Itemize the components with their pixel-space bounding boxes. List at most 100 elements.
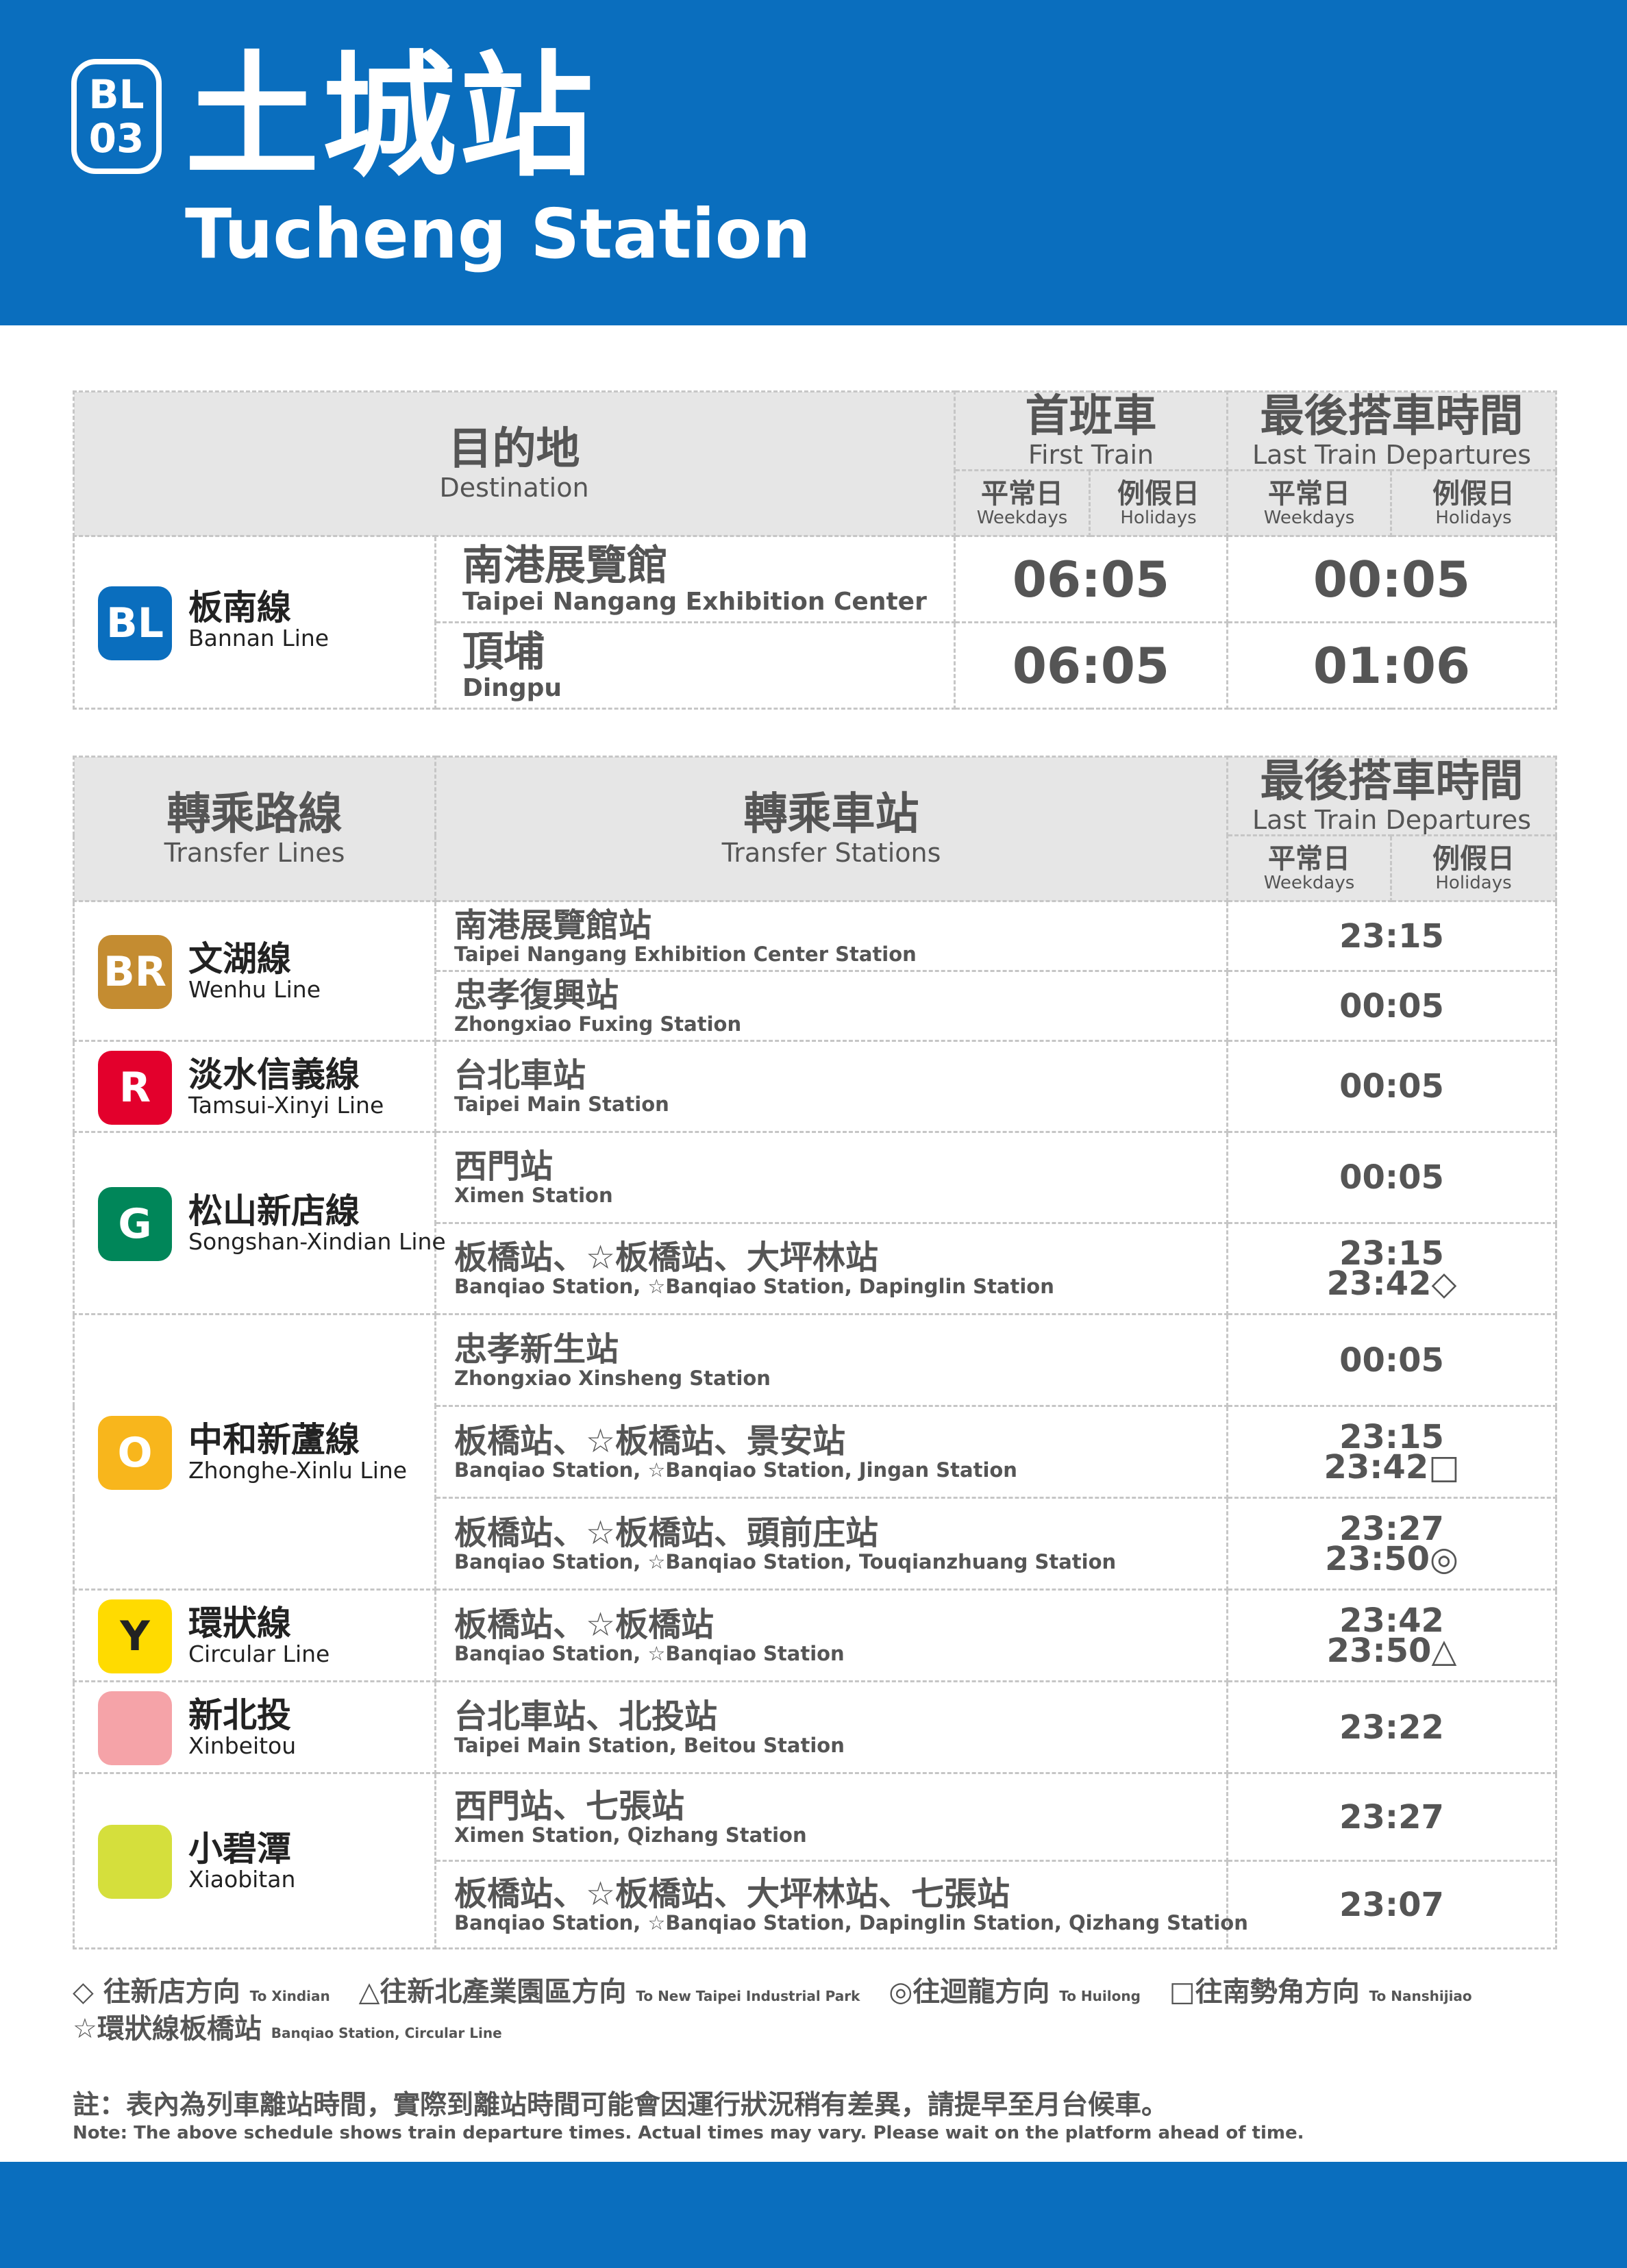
note-en: Note: The above schedule shows train dep…: [73, 2123, 1304, 2143]
transfer-line-name-zh: 新北投: [188, 1695, 291, 1735]
transfer-last-train-time: 00:05: [1226, 1040, 1558, 1133]
transfer-last-train-time: 00:05: [1226, 1313, 1558, 1407]
legend-industrial-park: △往新北產業園區方向: [358, 1976, 627, 2008]
transfer-last-train-time: 23:15 23:42□: [1226, 1405, 1558, 1499]
transfer-last-train-time: 23:27: [1226, 1772, 1558, 1862]
legend-xindian-en: To Xindian: [249, 1988, 330, 2004]
first-weekdays-en: Weekdays: [976, 507, 1068, 528]
transfer-stations-header: 轉乘車站 Transfer Stations: [434, 756, 1228, 902]
destination-header: 目的地 Destination: [73, 390, 956, 537]
transfer-station-zh: 西門站: [454, 1147, 554, 1186]
last-train-nangang: 00:05: [1226, 535, 1558, 623]
station-name-zh: 土城站: [185, 39, 597, 195]
transfer-weekdays-zh: 平常日: [1268, 843, 1350, 875]
transfer-station-en: Zhongxiao Fuxing Station: [454, 1012, 742, 1036]
first-train-header-zh: 首班車: [1025, 391, 1157, 442]
first-train-header-en: First Train: [1028, 440, 1154, 470]
transfer-station-cell: 板橋站、☆板橋站、景安站 Banqiao Station, ☆Banqiao St…: [434, 1405, 1228, 1499]
station-name-en: Tucheng Station: [185, 194, 811, 274]
last-train-time-1: 00:05: [1339, 1341, 1444, 1380]
transfer-last-train-time: 23:15 23:42◇: [1226, 1222, 1558, 1315]
transfer-line-cell: BR 文湖線 Wenhu Line: [73, 900, 436, 1042]
first-train-dingpu: 06:05: [954, 621, 1228, 710]
transfer-line-cell: G 松山新店線 Songshan-Xindian Line: [73, 1131, 446, 1315]
first-weekdays-zh: 平常日: [981, 477, 1063, 510]
transfer-line-badge: BR: [98, 935, 172, 1009]
transfer-line-badge: O: [98, 1416, 172, 1490]
legend: ◇ 往新店方向 To Xindian △往新北產業園區方向 To New Tai…: [73, 1976, 1593, 2049]
legend-star-en: Banqiao Station, Circular Line: [271, 2025, 502, 2041]
transfer-line-name-zh: 環狀線: [188, 1604, 291, 1643]
transfer-station-en: Banqiao Station, ☆Banqiao Station, Dapin…: [454, 1275, 1054, 1298]
transfer-line-name-en: Xinbeitou: [188, 1732, 297, 1759]
destination-nangang-en: Taipei Nangang Exhibition Center: [462, 587, 927, 616]
last-holidays-en: Holidays: [1435, 507, 1512, 528]
legend-xindian: ◇ 往新店方向: [73, 1976, 240, 2008]
transfer-lines-header: 轉乘路線 Transfer Lines: [73, 756, 436, 902]
transfer-station-zh: 板橋站、☆板橋站、頭前庄站: [454, 1513, 879, 1552]
transfer-station-cell: 忠孝復興站 Zhongxiao Fuxing Station: [434, 970, 1228, 1042]
last-holidays-zh: 例假日: [1432, 477, 1515, 510]
transfer-station-zh: 忠孝復興站: [454, 975, 619, 1014]
last-train-time-2: 23:50◎: [1325, 1539, 1458, 1578]
transfer-station-en: Banqiao Station, ☆Banqiao Station, Jinga…: [454, 1458, 1017, 1482]
schedule-note: 註：表內為列車離站時間，實際到離站時間可能會因運行狀況稍有差異，請提早至月台候車…: [73, 2089, 1304, 2144]
bannan-line-badge: BL: [98, 586, 172, 660]
station-code-badge: BL 03: [71, 59, 162, 174]
last-train-time-1: 23:27: [1339, 1797, 1444, 1836]
transfer-last-train-time: 23:15: [1226, 900, 1558, 972]
transfer-table: 轉乘路線 Transfer Lines 轉乘車站 Transfer Statio…: [73, 756, 1558, 1949]
last-train-time-2: 23:42□: [1324, 1447, 1460, 1486]
last-train-time-1: 23:42: [1339, 1601, 1444, 1640]
transfer-station-zh: 板橋站、☆板橋站、大坪林站: [454, 1238, 879, 1277]
footer-bar: [0, 2162, 1627, 2268]
transfer-station-cell: 台北車站、北投站 Taipei Main Station, Beitou Stat…: [434, 1680, 1228, 1774]
transfer-station-cell: 台北車站 Taipei Main Station: [434, 1040, 1228, 1133]
legend-star: ☆環狀線板橋站: [73, 2013, 262, 2045]
last-train-time-1: 00:05: [1339, 1067, 1444, 1106]
last-train-time-1: 23:07: [1339, 1885, 1444, 1924]
transfer-line-cell: R 淡水信義線 Tamsui-Xinyi Line: [73, 1040, 436, 1133]
last-train-time-2: 23:42◇: [1326, 1264, 1457, 1303]
transfer-station-en: Ximen Station: [454, 1184, 613, 1207]
last-weekdays-en: Weekdays: [1263, 507, 1355, 528]
first-train-header: 首班車 First Train: [954, 390, 1228, 471]
legend-nanshijiao: □往南勢角方向: [1169, 1976, 1360, 2008]
transfer-line-name-en: Songshan-Xindian Line: [188, 1228, 446, 1255]
transfer-last-train-time: 23:42 23:50△: [1226, 1588, 1558, 1682]
transfer-station-cell: 忠孝新生站 Zhongxiao Xinsheng Station: [434, 1313, 1228, 1407]
transfer-last-train-header-zh: 最後搭車時間: [1260, 756, 1524, 807]
last-train-time-1: 00:05: [1339, 986, 1444, 1025]
last-train-header: 最後搭車時間 Last Train Departures: [1226, 390, 1558, 471]
first-last-train-table: 目的地 Destination 首班車 First Train 最後搭車時間 L…: [73, 390, 1558, 710]
transfer-station-zh: 西門站、七張站: [454, 1786, 685, 1825]
destination-nangang: 南港展覽館 Taipei Nangang Exhibition Center: [434, 535, 956, 623]
station-code-line: BL: [88, 71, 145, 118]
transfer-holidays-en: Holidays: [1435, 872, 1512, 893]
station-code-number: 03: [88, 115, 145, 162]
transfer-line-name-en: Tamsui-Xinyi Line: [188, 1091, 384, 1119]
transfer-station-cell: 南港展覽館站 Taipei Nangang Exhibition Center S…: [434, 900, 1228, 972]
last-train-header-zh: 最後搭車時間: [1260, 391, 1524, 442]
legend-row-symbols: ◇ 往新店方向 To Xindian △往新北產業園區方向 To New Tai…: [73, 1976, 1593, 2012]
destination-dingpu-en: Dingpu: [462, 673, 562, 702]
transfer-station-cell: 西門站 Ximen Station: [434, 1131, 1228, 1224]
transfer-last-train-time: 23:07: [1226, 1860, 1558, 1949]
transfer-line-name-zh: 小碧潭: [188, 1829, 291, 1869]
transfer-line-name-zh: 中和新蘆線: [188, 1420, 360, 1460]
last-train-time-1: 23:22: [1339, 1708, 1444, 1747]
transfer-weekdays-en: Weekdays: [1263, 872, 1355, 893]
legend-nanshijiao-en: To Nanshijiao: [1369, 1988, 1472, 2004]
transfer-station-cell: 板橋站、☆板橋站、大坪林站 Banqiao Station, ☆Banqiao S…: [434, 1222, 1228, 1315]
transfer-station-en: Taipei Main Station: [454, 1093, 669, 1116]
bannan-line-name-en: Bannan Line: [188, 625, 330, 651]
transfer-station-zh: 台北車站、北投站: [454, 1697, 718, 1736]
last-train-time-1: 23:27: [1339, 1509, 1444, 1548]
last-holidays-header: 例假日 Holidays: [1389, 469, 1558, 537]
transfer-line-cell: 新北投 Xinbeitou: [73, 1680, 436, 1774]
destination-header-zh: 目的地: [448, 424, 580, 475]
last-train-time-1: 00:05: [1339, 1158, 1444, 1197]
transfer-station-zh: 板橋站、☆板橋站、大坪林站、七張站: [454, 1874, 1010, 1913]
transfer-line-name-en: Circular Line: [188, 1641, 330, 1667]
transfer-line-badge: G: [98, 1187, 172, 1261]
